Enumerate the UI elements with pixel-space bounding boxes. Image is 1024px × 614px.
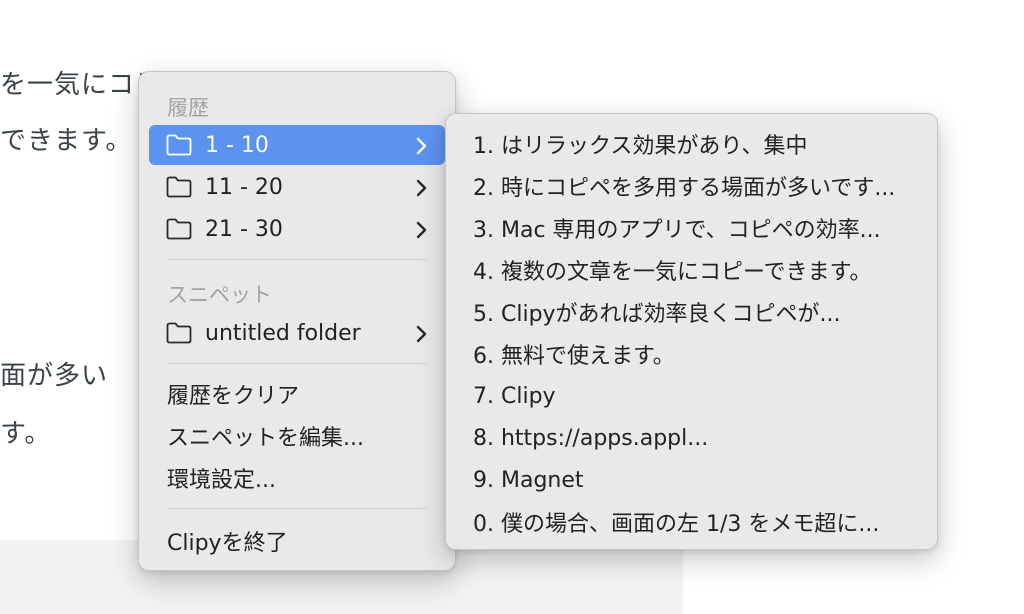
quit-clipy-item[interactable]: Clipyを終了 — [149, 521, 445, 561]
quit-clipy-label: Clipyを終了 — [167, 531, 288, 556]
history-entry-7[interactable]: 7. Clipy — [456, 376, 927, 416]
history-entry-8[interactable]: 8. https://apps.appl... — [456, 418, 927, 458]
history-entry-3[interactable]: 3. Mac 専用のアプリで、コピペの効率... — [456, 208, 927, 248]
menu-separator — [167, 259, 427, 260]
menu-separator — [167, 508, 427, 509]
history-group-label: 21 - 30 — [205, 216, 283, 242]
edit-snippets-label: スニペットを編集... — [167, 426, 364, 451]
chevron-right-icon — [415, 324, 427, 343]
history-entry-6[interactable]: 6. 無料で使えます。 — [456, 334, 927, 374]
preferences-item[interactable]: 環境設定... — [149, 458, 445, 498]
chevron-right-icon — [415, 178, 427, 197]
folder-icon — [166, 218, 192, 240]
clipy-menu: 履歴 1 - 10 11 - 20 21 - 30 スニペット untitled… — [138, 71, 456, 571]
clear-history-item[interactable]: 履歴をクリア — [149, 374, 445, 414]
preferences-label: 環境設定... — [167, 468, 276, 493]
background-text-line-3: 面が多い — [0, 361, 109, 391]
clear-history-label: 履歴をクリア — [167, 384, 300, 409]
history-entry-5[interactable]: 5. Clipyがあれば効率良くコピペが... — [456, 292, 927, 332]
history-group-label: 1 - 10 — [205, 132, 269, 158]
history-group-21-30[interactable]: 21 - 30 — [149, 209, 445, 249]
history-entry-2[interactable]: 2. 時にコピペを多用する場面が多いです... — [456, 166, 927, 206]
history-group-1-10[interactable]: 1 - 10 — [149, 125, 445, 165]
history-entry-9[interactable]: 9. Magnet — [456, 460, 927, 500]
menu-separator — [167, 363, 427, 364]
chevron-right-icon — [415, 220, 427, 239]
history-group-label: 11 - 20 — [205, 174, 283, 200]
chevron-right-icon — [415, 136, 427, 155]
history-entry-4[interactable]: 4. 複数の文章を一気にコピーできます。 — [456, 250, 927, 290]
folder-icon — [166, 134, 192, 156]
folder-icon — [166, 176, 192, 198]
history-entry-1[interactable]: 1. はリラックス効果があり、集中 — [456, 124, 927, 164]
edit-snippets-item[interactable]: スニペットを編集... — [149, 416, 445, 456]
snippet-folder-label: untitled folder — [205, 320, 361, 346]
history-group-11-20[interactable]: 11 - 20 — [149, 167, 445, 207]
history-entry-0[interactable]: 0. 僕の場合、画面の左 1/3 をメモ超に... — [456, 502, 927, 542]
snippet-section-header: スニペット — [167, 283, 272, 307]
folder-icon — [166, 322, 192, 344]
snippet-folder-untitled[interactable]: untitled folder — [149, 313, 445, 353]
history-submenu: 1. はリラックス効果があり、集中 2. 時にコピペを多用する場面が多いです..… — [445, 113, 938, 550]
history-section-header: 履歴 — [167, 96, 209, 120]
background-text-line-4: す。 — [0, 419, 52, 449]
background-text-line-2: できます。 — [0, 126, 133, 156]
